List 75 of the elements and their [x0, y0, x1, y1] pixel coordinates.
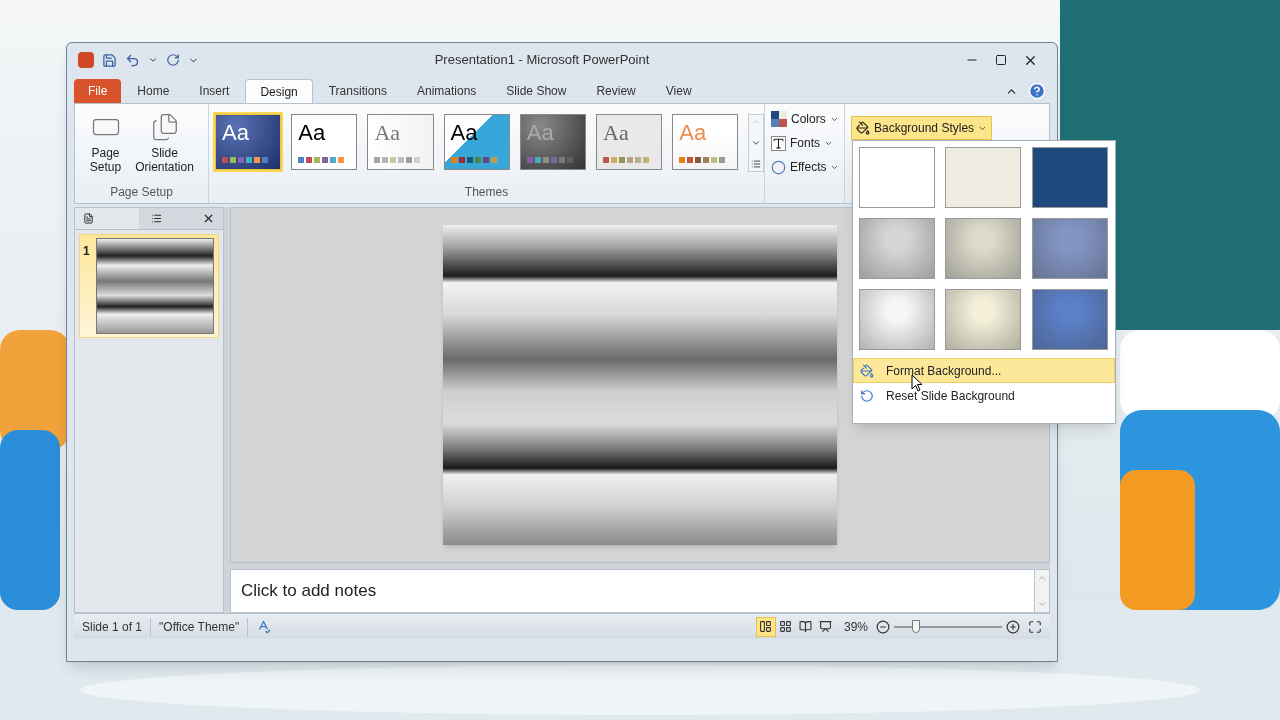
spell-check-icon[interactable] [256, 619, 272, 634]
swatch-strip-icon [526, 157, 575, 163]
background-style-swatch[interactable] [859, 147, 935, 208]
file-tab[interactable]: File [74, 79, 122, 103]
swatch-strip-icon [450, 157, 499, 163]
slides-tab[interactable] [75, 208, 139, 229]
ribbon-tab[interactable]: Review [582, 79, 650, 103]
slide-number: 1 [83, 243, 90, 260]
swatch-strip-icon [222, 157, 270, 163]
background-style-swatch[interactable] [859, 218, 935, 279]
slide-thumbnail-row[interactable]: 1 [79, 234, 219, 338]
paint-bucket-icon [860, 363, 874, 378]
menu-item[interactable]: Reset Slide Background [853, 383, 1115, 408]
circle-effect-icon [771, 159, 786, 175]
ribbon-menu-button[interactable]: Colors [771, 110, 844, 128]
outline-icon [151, 213, 162, 224]
notes-field[interactable]: Click to add notes [230, 569, 1034, 613]
background-style-swatch[interactable] [945, 289, 1022, 350]
slide-canvas[interactable] [443, 225, 837, 545]
ribbon-tab[interactable]: Insert [185, 79, 244, 103]
fit-to-window-icon[interactable] [1028, 619, 1042, 634]
zoom-slider-thumb[interactable] [911, 619, 920, 633]
window-title: Presentation1 - Microsoft PowerPoint [434, 51, 651, 70]
ribbon-tab[interactable]: Transitions [314, 79, 401, 103]
swatch-strip-icon [603, 157, 651, 163]
ribbon-tab[interactable]: View [651, 79, 706, 103]
ribbon-tab[interactable]: Home [123, 79, 184, 103]
background-style-swatch[interactable] [945, 147, 1022, 208]
restore-icon[interactable] [995, 54, 1007, 66]
ribbon-menu-button[interactable]: Fonts [771, 134, 844, 152]
ribbon-button[interactable]: Page Setup [85, 112, 126, 183]
ribbon-button[interactable]: Slide Orientation [131, 112, 198, 183]
caret-icon[interactable] [148, 55, 158, 65]
cursor-icon [911, 374, 923, 392]
background-styles-button[interactable]: Background Styles [851, 116, 993, 140]
ribbon-tab[interactable]: Animations [403, 79, 491, 103]
scroll-down-icon[interactable] [751, 138, 762, 148]
app-logo-icon [78, 52, 94, 68]
zoom-in-icon[interactable] [1006, 619, 1020, 634]
paint-bucket-icon [856, 121, 870, 135]
theme-thumbnail[interactable]: Aa [215, 114, 282, 170]
reset-icon [860, 388, 874, 403]
save-icon[interactable] [102, 52, 117, 68]
swatch-strip-icon [679, 157, 728, 163]
swatch-strip-icon [374, 157, 423, 163]
theme-thumbnail[interactable]: Aa [367, 114, 434, 170]
letter-icon [771, 135, 786, 151]
undo-icon[interactable] [125, 52, 140, 68]
theme-name[interactable]: "Office Theme" [151, 617, 249, 636]
normal-view-icon[interactable] [755, 616, 776, 637]
group-label: Themes [463, 184, 510, 201]
background-style-swatch[interactable] [945, 218, 1022, 279]
theme-thumbnail[interactable]: Aa [596, 114, 663, 170]
gallery-scroller[interactable] [748, 114, 764, 172]
swatch-strip-icon [298, 157, 347, 163]
ribbon-menu-button[interactable]: Effects [771, 158, 844, 176]
slide-counter: Slide 1 of 1 [74, 617, 152, 636]
menu-item[interactable]: Format Background... [853, 358, 1115, 383]
ribbon-tab[interactable]: Design [245, 79, 313, 103]
ribbon-tab[interactable]: Slide Show [492, 79, 581, 103]
zoom-level[interactable]: 39% [835, 617, 876, 636]
background-style-swatch[interactable] [1031, 147, 1108, 208]
slide-icon [83, 213, 94, 224]
background-style-swatch[interactable] [1031, 289, 1108, 350]
more-icon[interactable] [751, 159, 762, 169]
background-style-swatch[interactable] [859, 289, 935, 350]
color-squares-icon [771, 111, 787, 127]
redo-icon[interactable] [166, 53, 180, 67]
background-style-swatch[interactable] [1031, 218, 1108, 279]
close-icon[interactable] [202, 212, 215, 225]
theme-thumbnail[interactable]: Aa [291, 114, 358, 170]
help-icon[interactable] [1028, 82, 1046, 100]
theme-thumbnail[interactable]: Aa [443, 114, 510, 170]
group-label: Page Setup [109, 184, 174, 201]
zoom-out-icon[interactable] [876, 619, 890, 634]
